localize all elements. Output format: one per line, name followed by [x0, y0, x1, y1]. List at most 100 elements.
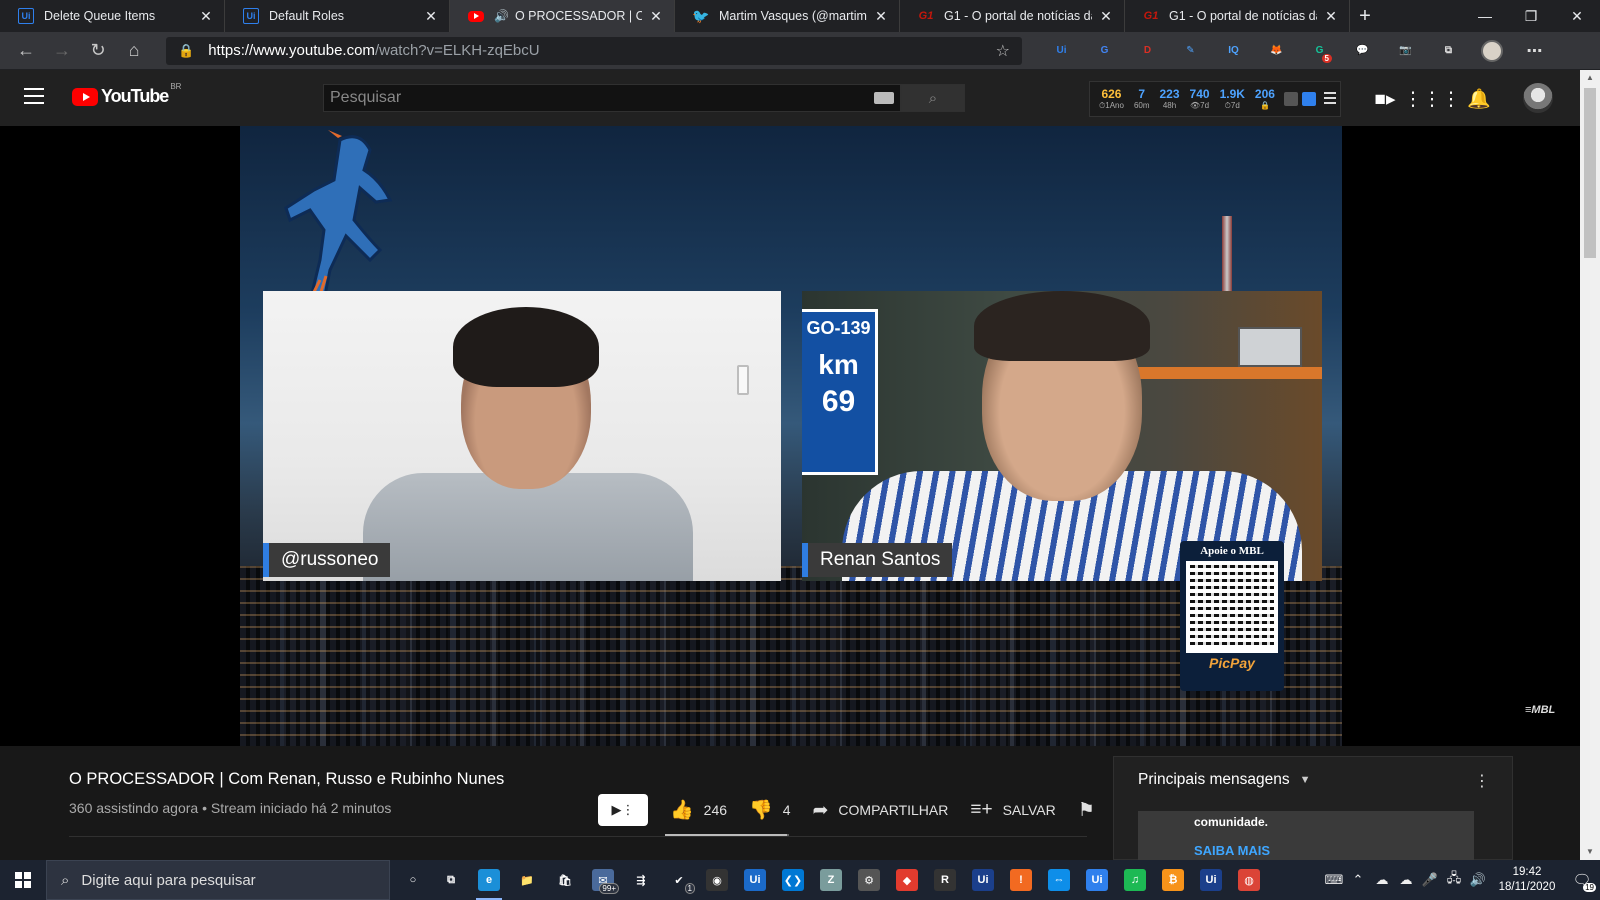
picpay-logo: PicPay [1209, 655, 1255, 671]
scroll-up-icon[interactable]: ▲ [1580, 70, 1600, 86]
close-tab-icon[interactable]: ✕ [1098, 8, 1114, 25]
start-button[interactable] [0, 860, 46, 900]
task-view-icon[interactable]: ⧉ [432, 860, 470, 900]
d-extension-icon[interactable]: D [1126, 36, 1169, 66]
network-icon[interactable]: 🖧 [1442, 869, 1466, 891]
vscode-icon[interactable]: ❮❯ [774, 860, 812, 900]
bitcoin-icon[interactable]: ₿ [1154, 860, 1192, 900]
close-tab-icon[interactable]: ✕ [198, 8, 214, 25]
search-input[interactable]: Pesquisar [323, 84, 901, 112]
mail-icon[interactable]: ✉ 99+ [584, 860, 622, 900]
apps-grid-icon[interactable]: ⋮⋮⋮ [1404, 88, 1461, 110]
url-text[interactable]: https://www.youtube.com/watch?v=ELKH-zqE… [208, 42, 995, 59]
r-app-icon[interactable]: R [926, 860, 964, 900]
action-center-icon[interactable]: 🗨 19 [1564, 860, 1600, 900]
browser-tab[interactable]: 🔊 O PROCESSADOR | Com R ✕ [450, 0, 675, 32]
browser-tab[interactable]: Ui Default Roles ✕ [225, 0, 450, 32]
camera-extension-icon[interactable]: 📷 [1384, 36, 1427, 66]
youtube-logo[interactable]: YouTube BR [72, 82, 181, 107]
anydesk-icon[interactable]: ◆ [888, 860, 926, 900]
scroll-down-icon[interactable]: ▼ [1580, 844, 1600, 860]
profile-button[interactable] [1470, 36, 1513, 66]
grammarly-extension-icon[interactable]: G5 [1298, 36, 1341, 66]
report-button[interactable]: ⚑ [1078, 799, 1105, 822]
scrollbar-thumb[interactable] [1584, 88, 1596, 258]
restore-icon[interactable]: ❐ [1508, 0, 1554, 32]
notifications-bell-icon[interactable]: 🔔 [1467, 88, 1491, 110]
video-player[interactable]: @russoneo GO-139 km 69 Renan Santos Apoi… [0, 126, 1580, 746]
z-app-icon[interactable]: Z [812, 860, 850, 900]
edge-icon[interactable]: e [470, 860, 508, 900]
uipath-orchestrator-icon[interactable]: Ui [1192, 860, 1230, 900]
iq-extension-icon[interactable]: IQ [1212, 36, 1255, 66]
new-tab-button[interactable]: + [1350, 0, 1380, 32]
browser-tab[interactable]: G1 G1 - O portal de notícias da Gl ✕ [900, 0, 1125, 32]
show-hidden-icons-icon[interactable]: ⌃ [1346, 872, 1370, 888]
address-bar[interactable]: 🔒 https://www.youtube.com/watch?v=ELKH-z… [166, 36, 1022, 65]
close-tab-icon[interactable]: ✕ [1323, 8, 1339, 25]
uipath-extension-icon[interactable]: Ui [1040, 36, 1083, 66]
stats-extension-panel[interactable]: 626 ⏱1Ano 7 60m 223 48h 740 👁7d 1.9K ⏱7d 206 🔒 [1089, 81, 1341, 117]
chat-extension-icon[interactable]: 💬 [1341, 36, 1384, 66]
alert-app-icon[interactable]: ! [1002, 860, 1040, 900]
lock-icon[interactable]: 🔒 [178, 43, 194, 59]
bookmark-star-icon[interactable]: ☆ [996, 41, 1010, 61]
keyboard-icon[interactable] [874, 92, 894, 104]
todo-icon[interactable]: ✔ 1 [660, 860, 698, 900]
back-arrow-icon[interactable]: ← [8, 36, 44, 66]
save-button[interactable]: ≡+ SALVAR [970, 799, 1055, 821]
list-menu-icon[interactable] [1323, 91, 1336, 107]
guide-menu-icon[interactable] [24, 88, 44, 104]
uipath-robot-icon[interactable]: Ui [964, 860, 1002, 900]
cortana-icon[interactable]: ○ [394, 860, 432, 900]
browser-tab[interactable]: Ui Delete Queue Items ✕ [0, 0, 225, 32]
video-frame[interactable]: @russoneo GO-139 km 69 Renan Santos Apoi… [240, 126, 1342, 746]
forward-arrow-icon[interactable]: → [44, 36, 80, 66]
chat-more-icon[interactable]: ⋮ [1474, 771, 1490, 791]
minimize-icon[interactable]: — [1462, 0, 1508, 32]
page-scrollbar[interactable]: ▲ ▼ [1580, 70, 1600, 860]
home-icon[interactable]: ⌂ [116, 36, 152, 66]
chrome-icon[interactable]: ◍ [1230, 860, 1268, 900]
obs-icon[interactable]: ◉ [698, 860, 736, 900]
power-automate-icon[interactable]: ⇶ [622, 860, 660, 900]
microphone-icon[interactable]: 🎤 [1418, 872, 1442, 888]
play-stats-icon[interactable] [1301, 92, 1316, 106]
dislike-button[interactable]: 👎 4 [749, 798, 790, 822]
cog-app-icon[interactable]: ⚙ [850, 860, 888, 900]
account-avatar[interactable] [1523, 83, 1553, 113]
search-button[interactable]: ⌕ [901, 84, 965, 112]
translate-extension-icon[interactable]: G [1083, 36, 1126, 66]
spotify-icon[interactable]: ♫ [1116, 860, 1154, 900]
close-tab-icon[interactable]: ✕ [873, 8, 889, 25]
pen-extension-icon[interactable]: ✎ [1169, 36, 1212, 66]
clip-extension-button[interactable]: ▶⋮ [598, 794, 648, 826]
uipath-assistant-icon[interactable]: Ui [1078, 860, 1116, 900]
collections-icon[interactable]: ⧉ [1427, 36, 1470, 66]
browser-tab[interactable]: G1 G1 - O portal de notícias da Gl ✕ [1125, 0, 1350, 32]
learn-more-link[interactable]: SAIBA MAIS [1194, 843, 1474, 858]
file-explorer-icon[interactable]: 📁 [508, 860, 546, 900]
taskbar-clock[interactable]: 19:42 18/11/2020 [1490, 865, 1564, 895]
fox-extension-icon[interactable]: 🦊 [1255, 36, 1298, 66]
chart-icon[interactable] [1283, 92, 1298, 106]
close-tab-icon[interactable]: ✕ [423, 8, 439, 25]
network-off-icon[interactable]: ☁ [1394, 872, 1418, 888]
browser-tab[interactable]: 🐦 Martim Vasques (@martimvasc ✕ [675, 0, 900, 32]
taskbar-search-input[interactable]: ⌕ Digite aqui para pesquisar [46, 860, 390, 900]
store-icon[interactable]: 🛍 [546, 860, 584, 900]
volume-icon[interactable]: 🔊 [1466, 872, 1490, 888]
create-video-icon[interactable]: ■▸ [1374, 88, 1396, 110]
keyboard-tray-icon[interactable]: ⌨ [1322, 872, 1346, 888]
reload-icon[interactable]: ↻ [80, 36, 116, 66]
chat-mode-dropdown[interactable]: Principais mensagens ▼ [1138, 771, 1311, 789]
close-window-icon[interactable]: ✕ [1554, 0, 1600, 32]
share-button[interactable]: ➦ COMPARTILHAR [813, 799, 949, 822]
onedrive-icon[interactable]: ☁ [1370, 872, 1394, 888]
teamviewer-icon[interactable]: ⇔ [1040, 860, 1078, 900]
browser-menu-icon[interactable]: ⋯ [1513, 36, 1556, 66]
uipath-studio-icon[interactable]: Ui [736, 860, 774, 900]
audio-playing-icon[interactable]: 🔊 [494, 9, 509, 23]
like-button[interactable]: 👍 246 [670, 798, 727, 822]
close-tab-icon[interactable]: ✕ [648, 8, 664, 25]
